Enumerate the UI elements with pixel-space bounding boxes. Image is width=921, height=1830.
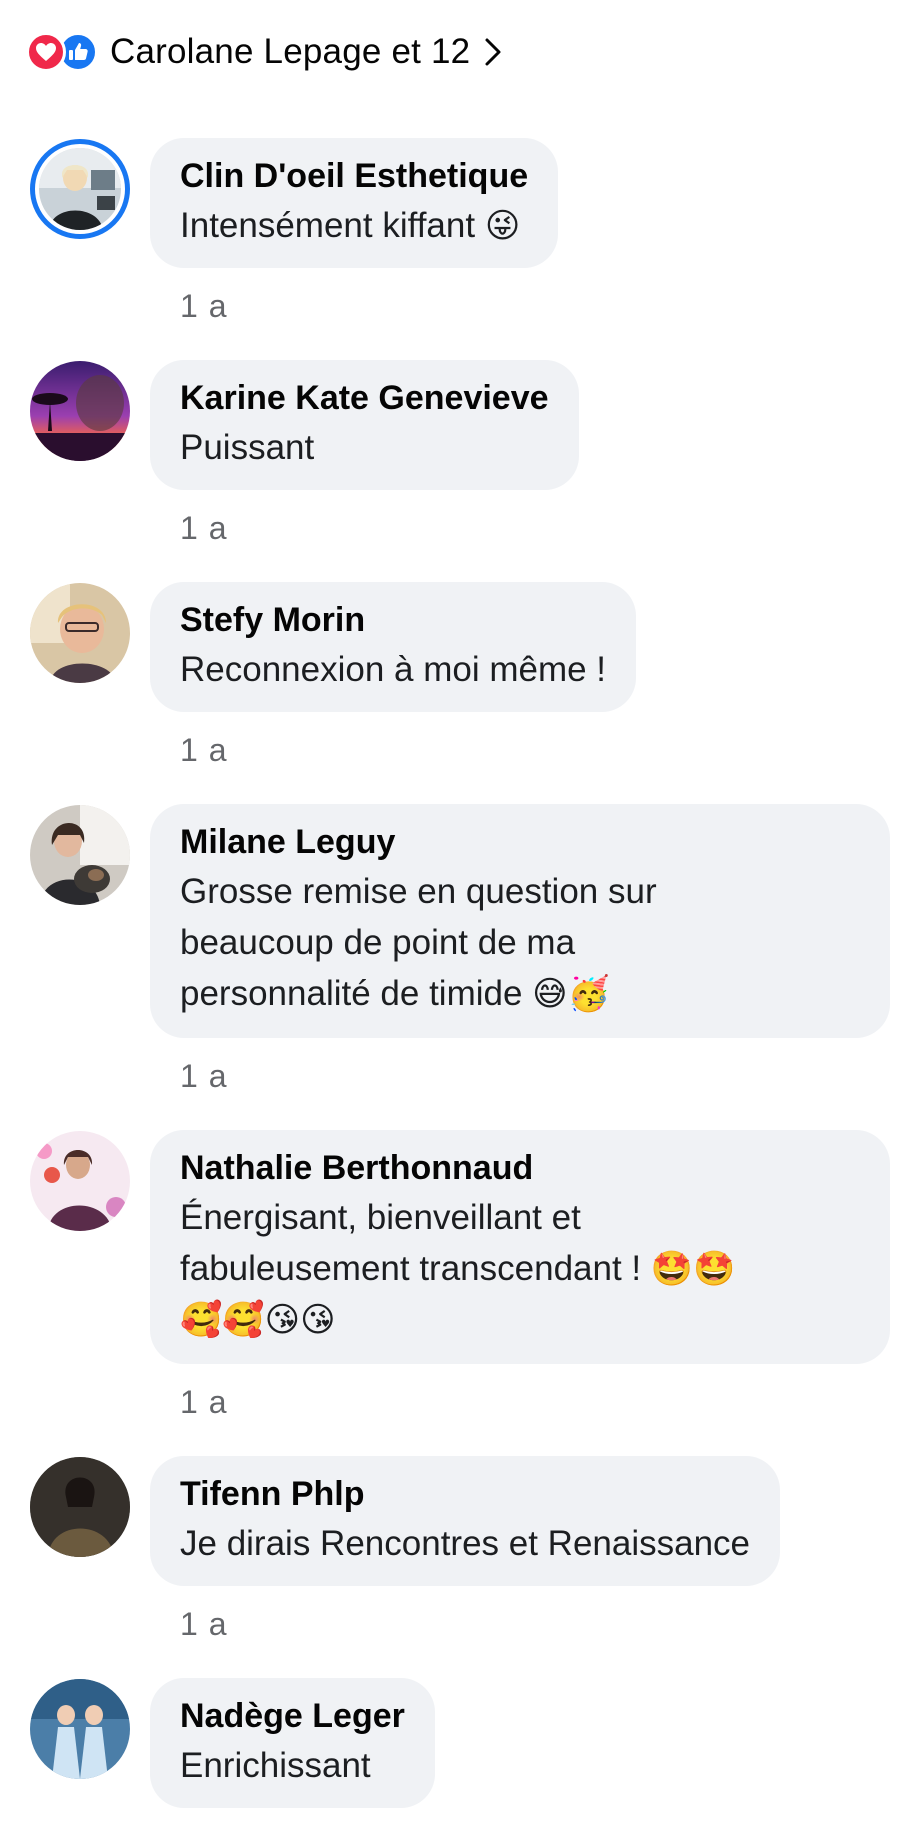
- avatar[interactable]: [30, 1131, 130, 1231]
- avatar[interactable]: [30, 361, 130, 461]
- emoji: 😅🥳: [532, 974, 610, 1014]
- comment-author[interactable]: Milane Leguy: [180, 820, 860, 864]
- comment-bubble[interactable]: Clin D'oeil Esthetique Intensément kiffa…: [150, 138, 559, 268]
- comment-bubble[interactable]: Nathalie Berthonnaud Énergisant, bienvei…: [150, 1130, 890, 1364]
- comment-timestamp[interactable]: 1 a: [180, 1384, 227, 1421]
- comment-text: Intensément kiffant 😜: [180, 206, 521, 246]
- emoji: 🤩🤩: [650, 1249, 736, 1289]
- comment-text: Puissant: [180, 428, 315, 467]
- comment-author[interactable]: Nathalie Berthonnaud: [180, 1146, 860, 1190]
- avatar[interactable]: [30, 1457, 130, 1557]
- comment-bubble[interactable]: Karine Kate Genevieve Puissant: [150, 360, 579, 490]
- comment-timestamp[interactable]: 1 a: [180, 732, 227, 769]
- comment-bubble[interactable]: Stefy Morin Reconnexion à moi même !: [150, 582, 637, 712]
- avatar[interactable]: [30, 139, 130, 239]
- avatar[interactable]: [30, 1679, 130, 1779]
- comment-timestamp[interactable]: 1 a: [180, 288, 227, 325]
- reactions-label: Carolane Lepage et 12: [110, 32, 471, 71]
- comment-timestamp[interactable]: 1 a: [180, 1058, 227, 1095]
- comment-author[interactable]: Tifenn Phlp: [180, 1472, 750, 1516]
- comment-author[interactable]: Stefy Morin: [180, 598, 606, 642]
- comment-text: Je dirais Rencontres et Renaissance: [180, 1524, 751, 1563]
- comment-text: Grosse remise en question sur beaucoup d…: [180, 872, 657, 1014]
- avatar[interactable]: [30, 583, 130, 683]
- comment-bubble[interactable]: Nadège Leger Enrichissant: [150, 1678, 435, 1808]
- comment-text: Reconnexion à moi même !: [180, 650, 607, 689]
- avatar[interactable]: [30, 805, 130, 905]
- comment-bubble[interactable]: Milane Leguy Grosse remise en question s…: [150, 804, 890, 1038]
- reactions-summary[interactable]: Carolane Lepage et 12: [26, 22, 502, 82]
- chevron-right-icon: [484, 37, 502, 67]
- reaction-icons: [26, 32, 98, 72]
- emoji: 😜: [484, 206, 521, 246]
- comment-author[interactable]: Clin D'oeil Esthetique: [180, 154, 528, 198]
- comment-text: Enrichissant: [180, 1746, 371, 1785]
- emoji-line: 🥰🥰😘😘: [180, 1300, 336, 1340]
- comment-bubble[interactable]: Tifenn Phlp Je dirais Rencontres et Rena…: [150, 1456, 781, 1586]
- comment-author[interactable]: Nadège Leger: [180, 1694, 405, 1738]
- comment-author[interactable]: Karine Kate Genevieve: [180, 376, 549, 420]
- heart-icon: [26, 32, 66, 72]
- comment-timestamp[interactable]: 1 a: [180, 510, 227, 547]
- comment-text: Énergisant, bienveillant et fabuleusemen…: [180, 1192, 860, 1346]
- comment-timestamp[interactable]: 1 a: [180, 1606, 227, 1643]
